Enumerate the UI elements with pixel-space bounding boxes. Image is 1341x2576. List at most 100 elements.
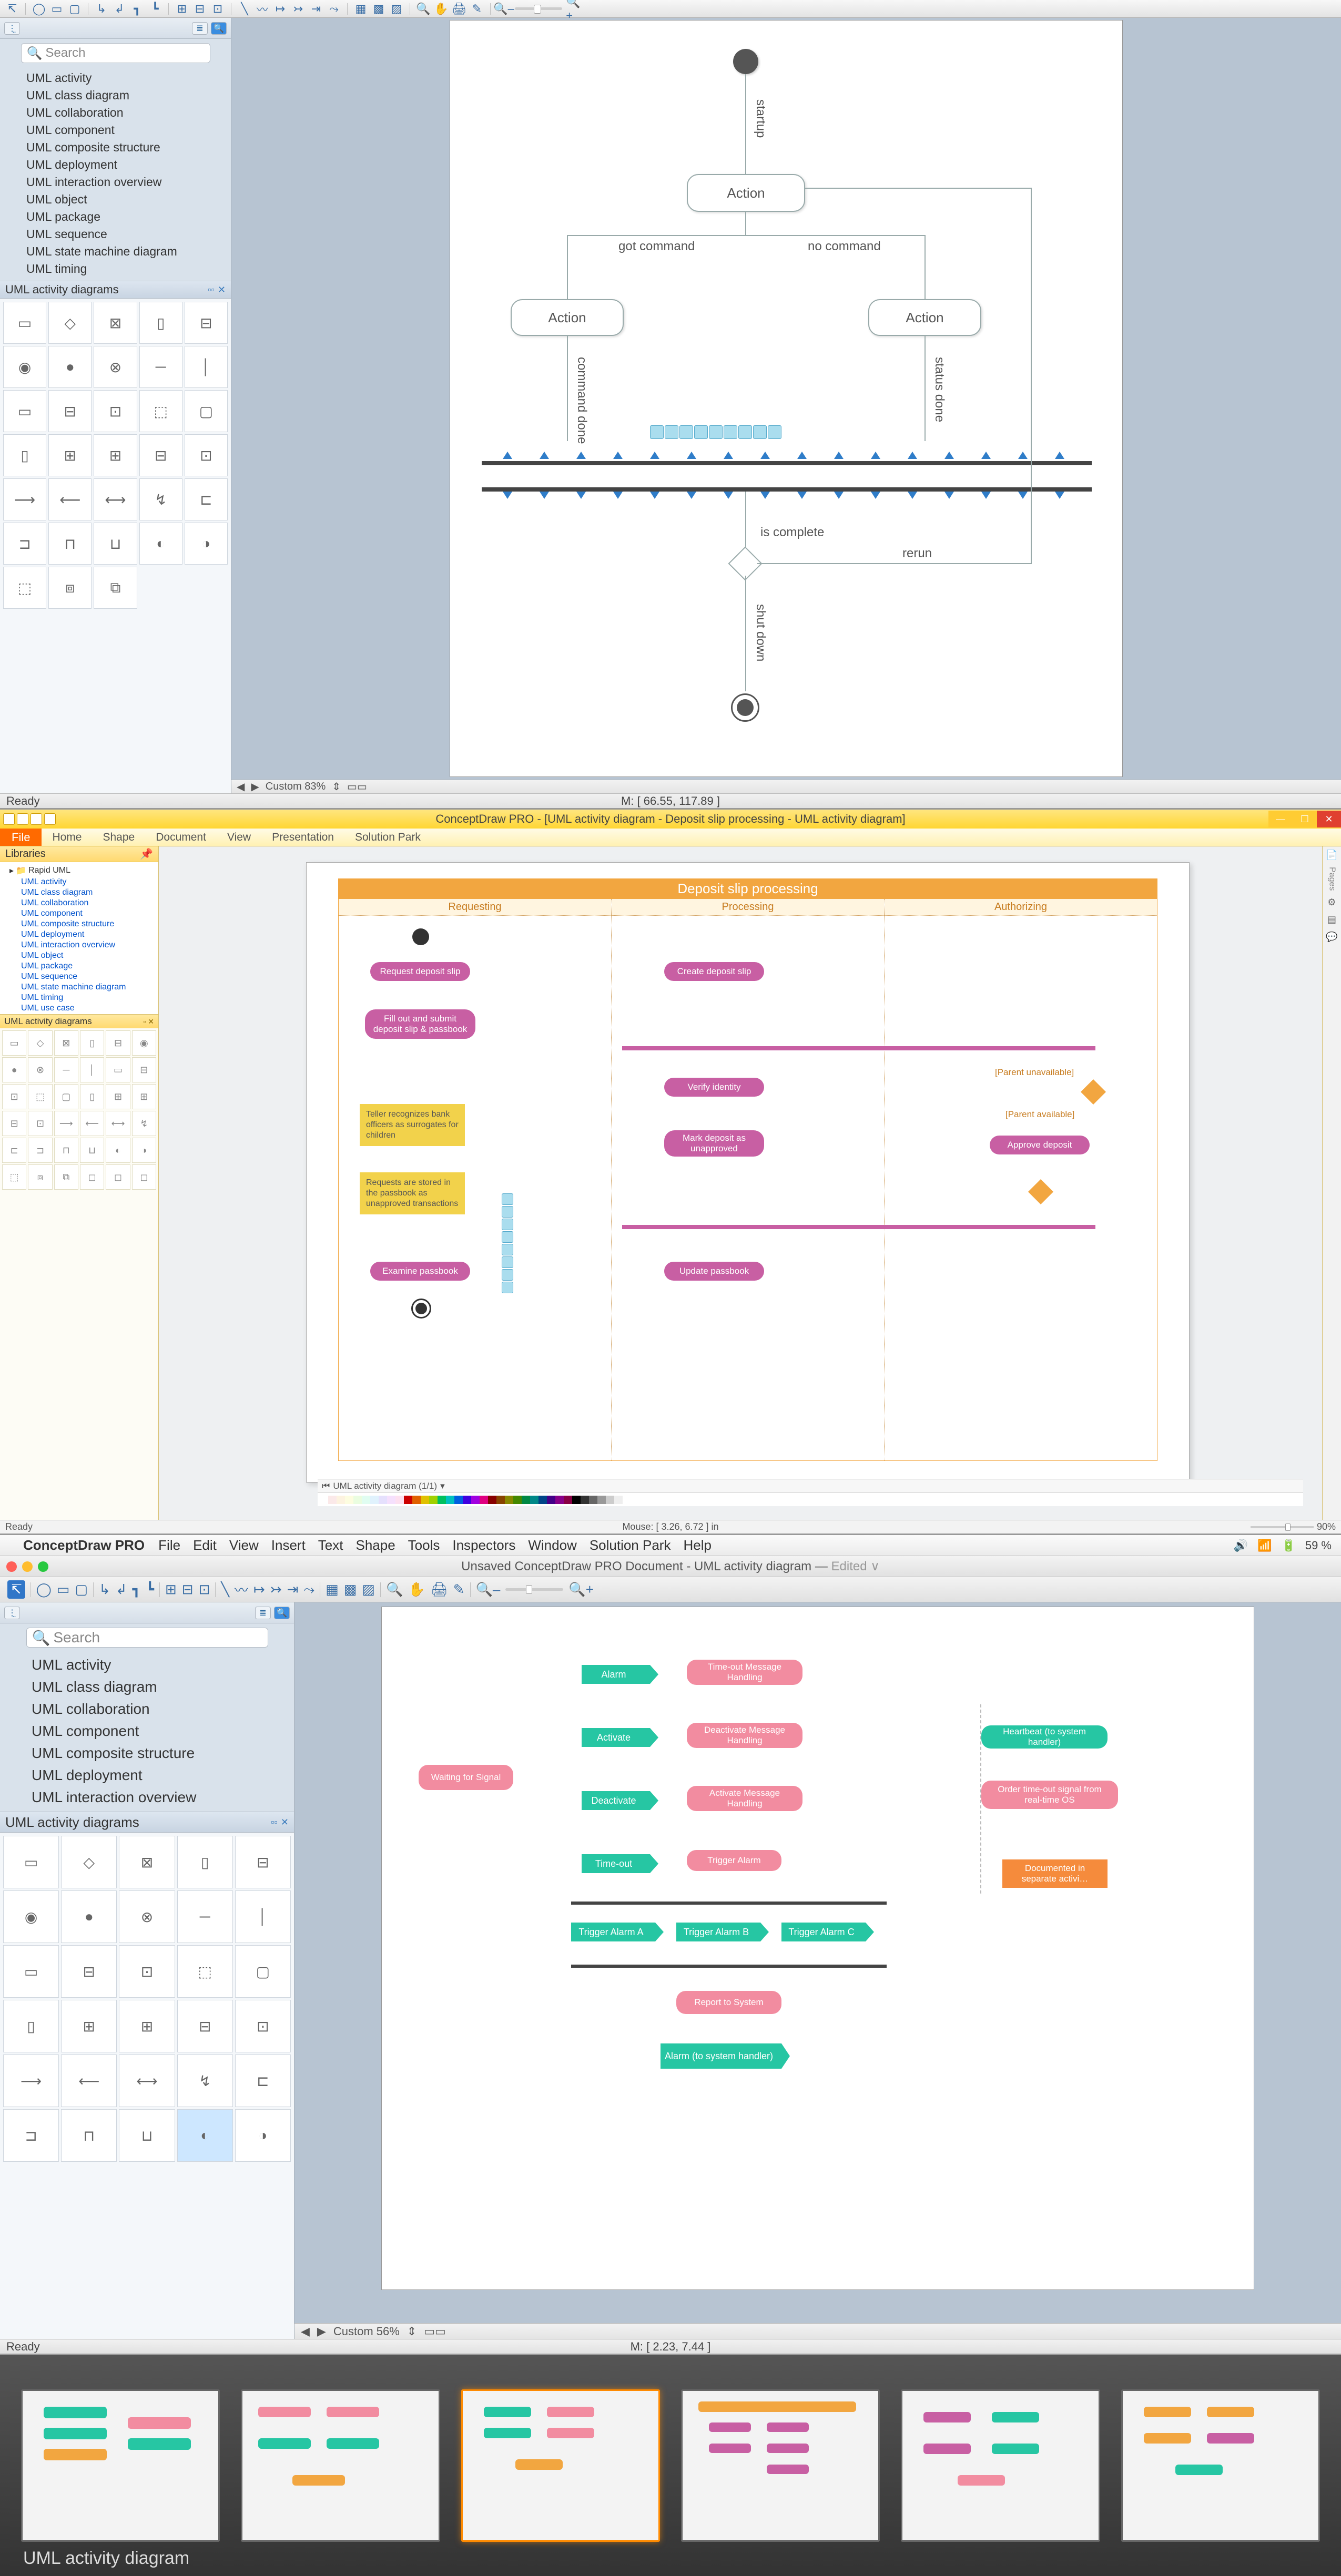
shape-cell[interactable]: ⊟ [139, 434, 182, 476]
shape-cell[interactable]: ⊟ [132, 1057, 156, 1082]
shape-cell[interactable]: │ [185, 346, 228, 388]
shape-cell[interactable]: ⊟ [235, 1836, 291, 1888]
pointer-tool[interactable]: ↸ [7, 1580, 25, 1599]
shape-cell[interactable]: ⊞ [94, 434, 137, 476]
shape-cell[interactable]: ▯ [80, 1084, 104, 1109]
group-tool-1[interactable]: ▦ [354, 2, 368, 16]
ribbon-tab[interactable]: Home [42, 829, 92, 846]
rounded-rect-tool[interactable]: ▢ [68, 2, 82, 16]
edit-tool[interactable]: ✎ [453, 1581, 465, 1598]
shape-cell[interactable]: ↯ [132, 1111, 156, 1136]
ribbon-tab[interactable]: View [217, 829, 261, 846]
lib-item[interactable]: UML sequence [0, 226, 231, 243]
shape-cell[interactable]: ⊡ [185, 434, 228, 476]
action-node[interactable]: Action [687, 174, 805, 212]
close-button[interactable]: ✕ [1317, 811, 1341, 827]
shape-cell[interactable]: ↯ [139, 478, 182, 520]
group-tool-2[interactable]: ▩ [372, 2, 385, 16]
shape-cell[interactable]: ◻ [80, 1164, 104, 1190]
color-swatch[interactable] [370, 1496, 379, 1504]
shape-cell[interactable]: ⬚ [177, 1945, 233, 1998]
collapse-icon[interactable]: ▫ [143, 1017, 146, 1026]
zoom-in-icon-2[interactable]: 🔍+ [566, 2, 580, 16]
minimize-button[interactable]: — [1268, 811, 1293, 827]
activity-fill-out[interactable]: Fill out and submit deposit slip & passb… [365, 1009, 475, 1039]
zoom-slider[interactable] [1251, 1526, 1314, 1528]
lib-item[interactable]: UML composite structure [0, 139, 231, 156]
shape-cell[interactable]: ⊡ [119, 1945, 175, 1998]
lib-item[interactable]: UML activity [0, 1654, 294, 1676]
shape-cell[interactable]: ⊏ [235, 2054, 291, 2107]
close-icon[interactable]: ✕ [148, 1017, 154, 1026]
shape-cell[interactable]: ◑ [235, 2109, 291, 2162]
connector-tool-3[interactable]: ┓ [133, 1581, 141, 1598]
arrow-tool-3[interactable]: ⇥ [287, 1581, 299, 1598]
activity-approve[interactable]: Approve deposit [990, 1136, 1090, 1154]
shape-cell[interactable]: ◉ [3, 346, 46, 388]
arrow-tool-1[interactable]: ↦ [273, 2, 287, 16]
group-tool-3[interactable]: ▨ [390, 2, 403, 16]
page-tab[interactable]: UML activity diagram (1/1) [333, 1481, 437, 1491]
line-tool[interactable]: ╲ [238, 2, 251, 16]
activity-trigger[interactable]: Trigger Alarm [687, 1850, 781, 1871]
shape-cell[interactable]: ⬚ [28, 1084, 52, 1109]
rounded-rect-tool[interactable]: ▢ [75, 1581, 88, 1598]
fit-width-icon[interactable]: ▭▭ [347, 780, 367, 793]
arrow-tool-1[interactable]: ↦ [253, 1581, 265, 1598]
close-icon[interactable]: ✕ [218, 284, 226, 295]
color-swatch[interactable] [379, 1496, 387, 1504]
shape-cell[interactable]: ◇ [61, 1836, 117, 1888]
signal-trigger-a[interactable]: Trigger Alarm A [571, 1923, 655, 1941]
save-icon[interactable] [17, 813, 28, 825]
shape-cell[interactable]: ⟶ [54, 1111, 78, 1136]
shape-cell[interactable]: ⊓ [54, 1138, 78, 1163]
tree-item[interactable]: UML timing [0, 993, 158, 1003]
properties-icon[interactable]: ⚙ [1327, 897, 1336, 908]
tree-item[interactable]: UML collaboration [0, 898, 158, 908]
lib-item[interactable]: UML component [0, 121, 231, 139]
color-swatch[interactable] [362, 1496, 370, 1504]
shape-cell[interactable]: ⊗ [28, 1057, 52, 1082]
lib-item[interactable]: UML state machine diagram [0, 243, 231, 260]
zoom-in-icon[interactable]: 🔍 [416, 2, 430, 16]
menu-shape[interactable]: Shape [355, 1537, 395, 1553]
file-tab[interactable]: File [0, 829, 42, 846]
color-swatch[interactable] [597, 1496, 606, 1504]
battery-icon[interactable]: 🔋 [1281, 1539, 1295, 1552]
ellipse-tool[interactable]: ◯ [36, 1581, 52, 1598]
signal-trigger-c[interactable]: Trigger Alarm C [781, 1923, 866, 1941]
tree-item[interactable]: UML class diagram [0, 887, 158, 898]
color-swatch[interactable] [522, 1496, 530, 1504]
shape-cell[interactable]: ◇ [48, 302, 92, 344]
shape-cell[interactable]: ⊟ [185, 302, 228, 344]
menu-window[interactable]: Window [528, 1537, 576, 1553]
zoom-slider[interactable] [515, 7, 562, 10]
shape-cell[interactable]: ⟶ [3, 478, 46, 520]
color-swatch[interactable] [480, 1496, 488, 1504]
canvas-area[interactable]: startup Action got command no command Ac… [231, 18, 1341, 793]
shape-cell[interactable]: ▯ [177, 1836, 233, 1888]
print-icon[interactable]: 🖨 [452, 2, 466, 16]
pin-icon[interactable]: 📌 [140, 847, 153, 861]
arrow-tool-4[interactable]: ⤳ [327, 2, 341, 16]
activity-examine[interactable]: Examine passbook [370, 1262, 470, 1281]
color-swatch[interactable] [429, 1496, 438, 1504]
shape-cell[interactable]: ⬚ [2, 1164, 26, 1190]
menu-tools[interactable]: Tools [408, 1537, 440, 1553]
shape-cell[interactable]: ▭ [106, 1057, 130, 1082]
ellipse-tool[interactable]: ◯ [32, 2, 46, 16]
shape-cell[interactable]: ⟷ [106, 1111, 130, 1136]
note-documented[interactable]: Documented in separate activi… [1002, 1859, 1108, 1888]
layout-tool-3[interactable]: ⊡ [199, 1581, 210, 1598]
connector-tool-4[interactable]: ┗ [146, 1581, 154, 1598]
signal-deactivate[interactable]: Deactivate [582, 1791, 650, 1810]
shape-cell[interactable]: ⟵ [80, 1111, 104, 1136]
tree-icon[interactable]: ⋮̤ [4, 1607, 20, 1619]
final-node[interactable] [411, 1299, 431, 1318]
lib-item[interactable]: UML class diagram [0, 87, 231, 104]
shape-cell[interactable]: ● [2, 1057, 26, 1082]
zoom-out-icon[interactable]: 🔍– [497, 2, 511, 16]
lib-item[interactable]: UML collaboration [0, 1698, 294, 1720]
color-swatch[interactable] [488, 1496, 496, 1504]
pages-panel-icon[interactable]: 📄 [1326, 850, 1337, 861]
